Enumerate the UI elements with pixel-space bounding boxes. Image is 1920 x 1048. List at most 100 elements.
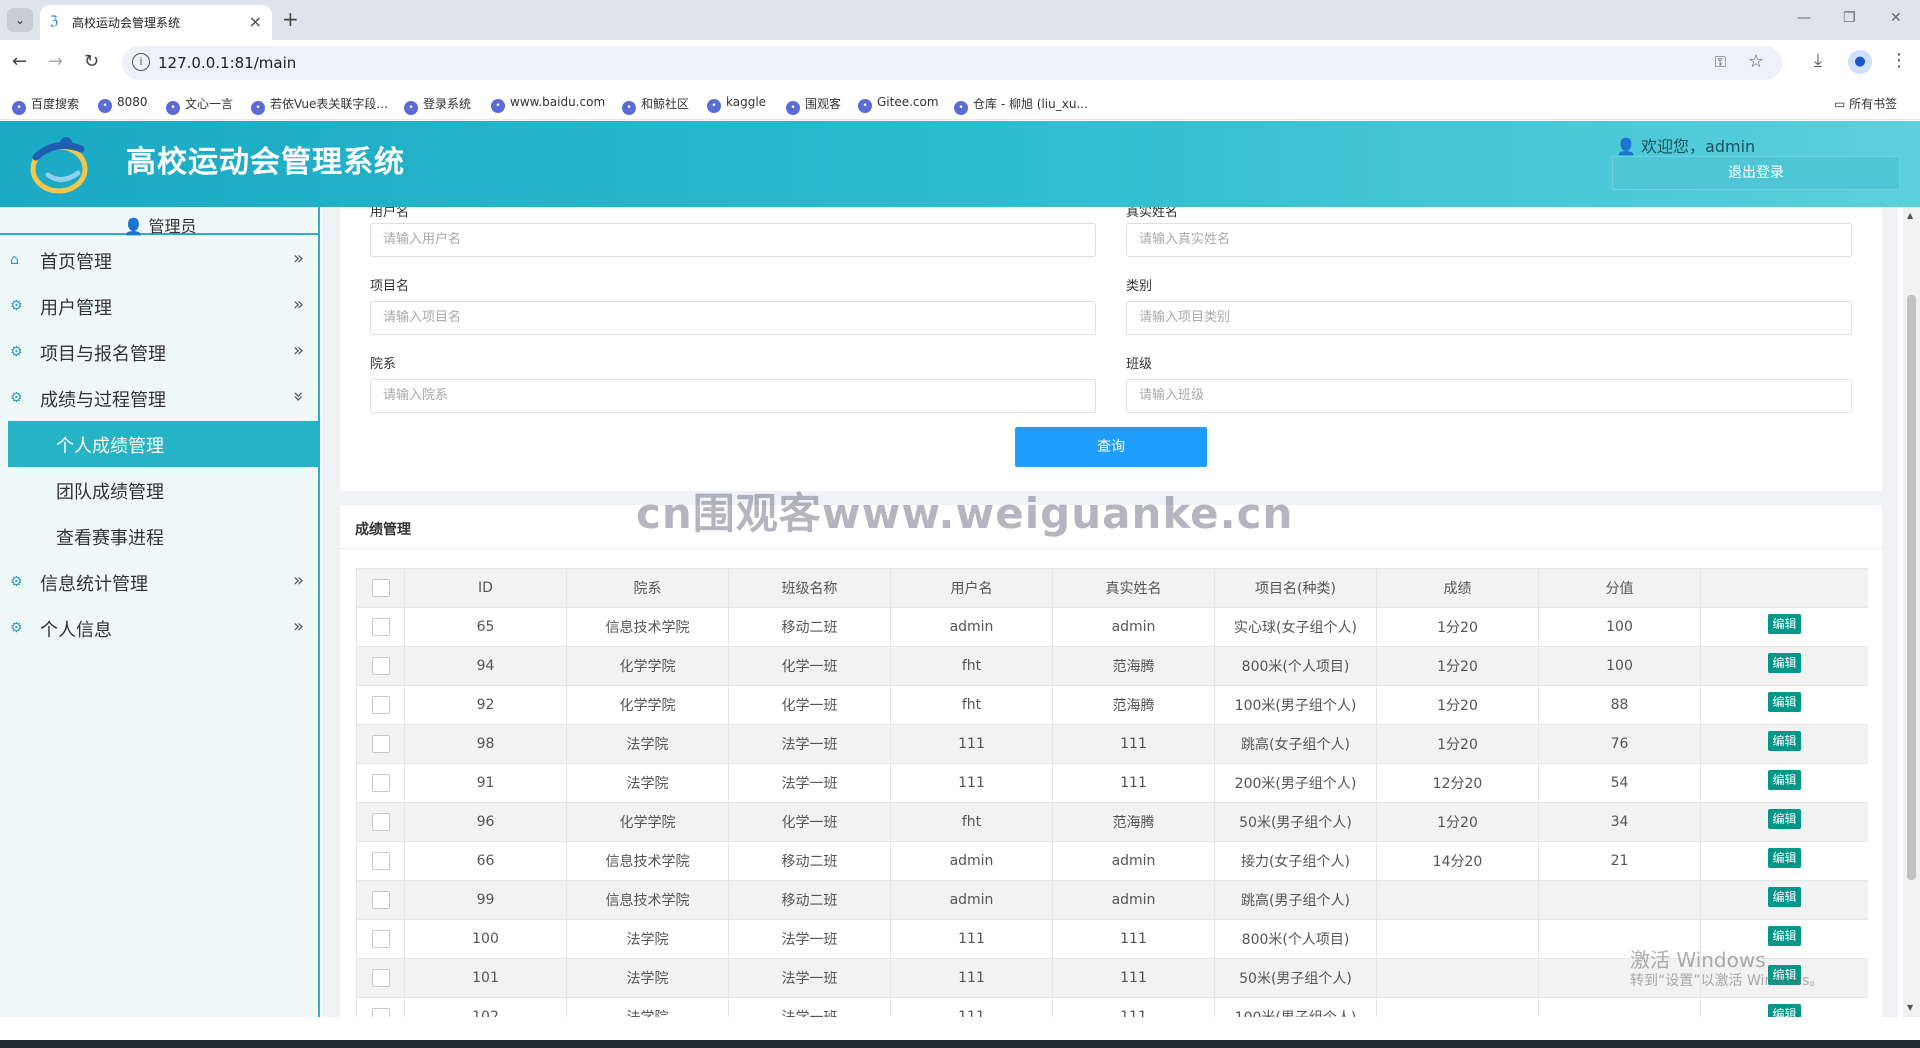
checkbox[interactable] xyxy=(371,852,390,870)
bookmark-item[interactable]: • 和鲸社区 xyxy=(622,95,689,115)
edit-button[interactable]: 编辑 xyxy=(1768,926,1801,946)
sidebar-item-scores[interactable]: ⚙ 成绩与过程管理 » xyxy=(0,375,320,421)
checkbox[interactable] xyxy=(371,891,390,909)
logout-button[interactable]: 退出登录 xyxy=(1612,156,1900,190)
column-header[interactable]: 真实姓名 xyxy=(1052,568,1215,608)
bookmark-item[interactable]: • Gitee.com xyxy=(858,95,939,113)
edit-button[interactable]: 编辑 xyxy=(1768,1004,1801,1017)
tab-search-button[interactable]: ⌄ xyxy=(7,8,33,32)
minimize-icon[interactable]: — xyxy=(1797,10,1811,26)
checkbox[interactable] xyxy=(371,579,390,597)
password-key-icon[interactable]: ⚿ xyxy=(1715,53,1726,71)
reload-icon[interactable]: ↻ xyxy=(84,50,99,74)
site-info-icon[interactable]: i xyxy=(132,53,150,71)
checkbox[interactable] xyxy=(371,618,390,636)
restore-icon[interactable]: ❐ xyxy=(1843,10,1856,26)
sidebar-subitem-personal-scores[interactable]: 个人成绩管理 xyxy=(8,421,320,467)
query-button[interactable]: 查询 xyxy=(1015,427,1207,467)
browser-tab[interactable]: ℨ 高校运动会管理系统 × xyxy=(40,5,272,40)
row-select-cell[interactable] xyxy=(356,724,405,764)
table-cell xyxy=(1376,997,1539,1017)
action-cell: 编辑 xyxy=(1700,763,1868,803)
column-header[interactable]: 班级名称 xyxy=(728,568,891,608)
checkbox[interactable] xyxy=(371,813,390,831)
edit-button[interactable]: 编辑 xyxy=(1768,848,1801,868)
table-cell: 接力(女子组个人) xyxy=(1214,841,1377,881)
table-cell: 100米(男子组个人) xyxy=(1214,997,1377,1017)
column-header[interactable]: 项目名(种类) xyxy=(1214,568,1377,608)
edit-button[interactable]: 编辑 xyxy=(1768,770,1801,790)
edit-button[interactable]: 编辑 xyxy=(1768,692,1801,712)
more-menu-icon[interactable]: ⋮ xyxy=(1890,50,1908,71)
sidebar-item-profile[interactable]: ⚙ 个人信息 » xyxy=(0,605,320,651)
row-select-cell[interactable] xyxy=(356,997,405,1017)
bookmark-item[interactable]: • 登录系统 xyxy=(404,95,471,115)
checkbox[interactable] xyxy=(371,774,390,792)
edit-button[interactable]: 编辑 xyxy=(1768,809,1801,829)
edit-button[interactable]: 编辑 xyxy=(1768,614,1801,634)
chevron-right-icon: » xyxy=(292,294,304,315)
row-select-cell[interactable] xyxy=(356,919,405,959)
row-select-cell[interactable] xyxy=(356,841,405,881)
profile-avatar-icon[interactable]: ● xyxy=(1848,50,1872,74)
scrollbar-thumb[interactable] xyxy=(1907,295,1916,880)
table-cell: 111 xyxy=(1052,958,1215,998)
bookmark-item[interactable]: • 文心一言 xyxy=(166,95,233,115)
all-bookmarks[interactable]: ▭ 所有书签 xyxy=(1834,95,1897,112)
row-select-cell[interactable] xyxy=(356,685,405,725)
checkbox[interactable] xyxy=(371,735,390,753)
close-window-icon[interactable]: ✕ xyxy=(1890,10,1902,26)
realname-input[interactable]: 请输入真实姓名 xyxy=(1126,223,1852,257)
forward-icon[interactable]: → xyxy=(48,50,63,74)
browser-toolbar: ← → ↻ i 127.0.0.1:81/main ⚿ ☆ ⤓ ⋮ xyxy=(0,40,1920,86)
back-icon[interactable]: ← xyxy=(12,50,27,74)
edit-button[interactable]: 编辑 xyxy=(1768,731,1801,751)
row-select-cell[interactable] xyxy=(356,802,405,842)
class-input[interactable]: 请输入班级 xyxy=(1126,379,1852,413)
sidebar-subitem-team-scores[interactable]: 团队成绩管理 xyxy=(8,467,320,513)
sidebar-item-home[interactable]: ⌂ 首页管理 » xyxy=(0,237,320,283)
bookmark-item[interactable]: • 若依Vue表关联字段... xyxy=(251,95,388,115)
row-select-cell[interactable] xyxy=(356,880,405,920)
column-header[interactable]: 成绩 xyxy=(1376,568,1539,608)
column-header[interactable]: 用户名 xyxy=(890,568,1053,608)
username-input[interactable]: 请输入用户名 xyxy=(370,223,1096,257)
bookmark-item[interactable]: • 8080 xyxy=(98,95,148,113)
row-select-cell[interactable] xyxy=(356,763,405,803)
checkbox[interactable] xyxy=(371,657,390,675)
bookmark-item[interactable]: • 百度搜索 xyxy=(12,95,79,115)
row-select-cell[interactable] xyxy=(356,958,405,998)
row-select-cell[interactable] xyxy=(356,607,405,647)
category-input[interactable]: 请输入项目类别 xyxy=(1126,301,1852,335)
new-tab-icon[interactable]: + xyxy=(282,7,299,31)
select-all-checkbox[interactable] xyxy=(356,568,405,608)
edit-button[interactable]: 编辑 xyxy=(1768,653,1801,673)
scroll-up-icon[interactable]: ▲ xyxy=(1907,211,1913,220)
address-bar[interactable]: i 127.0.0.1:81/main ⚿ ☆ xyxy=(122,46,1782,80)
scroll-down-icon[interactable]: ▼ xyxy=(1907,1003,1913,1012)
download-icon[interactable]: ⤓ xyxy=(1814,50,1822,71)
project-name-input[interactable]: 请输入项目名 xyxy=(370,301,1096,335)
sidebar-item-users[interactable]: ⚙ 用户管理 » xyxy=(0,283,320,329)
bookmark-item[interactable]: • 仓库 - 柳旭 (liu_xu... xyxy=(954,95,1088,115)
row-select-cell[interactable] xyxy=(356,646,405,686)
edit-button[interactable]: 编辑 xyxy=(1768,887,1801,907)
checkbox[interactable] xyxy=(371,1008,390,1017)
column-header[interactable]: ID xyxy=(404,568,567,608)
checkbox[interactable] xyxy=(371,696,390,714)
bookmark-star-icon[interactable]: ☆ xyxy=(1748,51,1764,72)
page-scrollbar[interactable]: ▲ ▼ xyxy=(1903,207,1920,1017)
column-header[interactable]: 院系 xyxy=(566,568,729,608)
department-input[interactable]: 请输入院系 xyxy=(370,379,1096,413)
checkbox[interactable] xyxy=(371,969,390,987)
column-header[interactable]: 分值 xyxy=(1538,568,1701,608)
sidebar-item-statistics[interactable]: ⚙ 信息统计管理 » xyxy=(0,559,320,605)
table-cell: 移动二班 xyxy=(728,841,891,881)
close-tab-icon[interactable]: × xyxy=(249,12,262,31)
bookmark-item[interactable]: • kaggle xyxy=(707,95,766,113)
sidebar-item-projects[interactable]: ⚙ 项目与报名管理 » xyxy=(0,329,320,375)
bookmark-item[interactable]: • www.baidu.com xyxy=(491,95,605,113)
bookmark-item[interactable]: • 围观客 xyxy=(786,95,841,115)
sidebar-subitem-event-progress[interactable]: 查看赛事进程 xyxy=(8,513,320,559)
checkbox[interactable] xyxy=(371,930,390,948)
